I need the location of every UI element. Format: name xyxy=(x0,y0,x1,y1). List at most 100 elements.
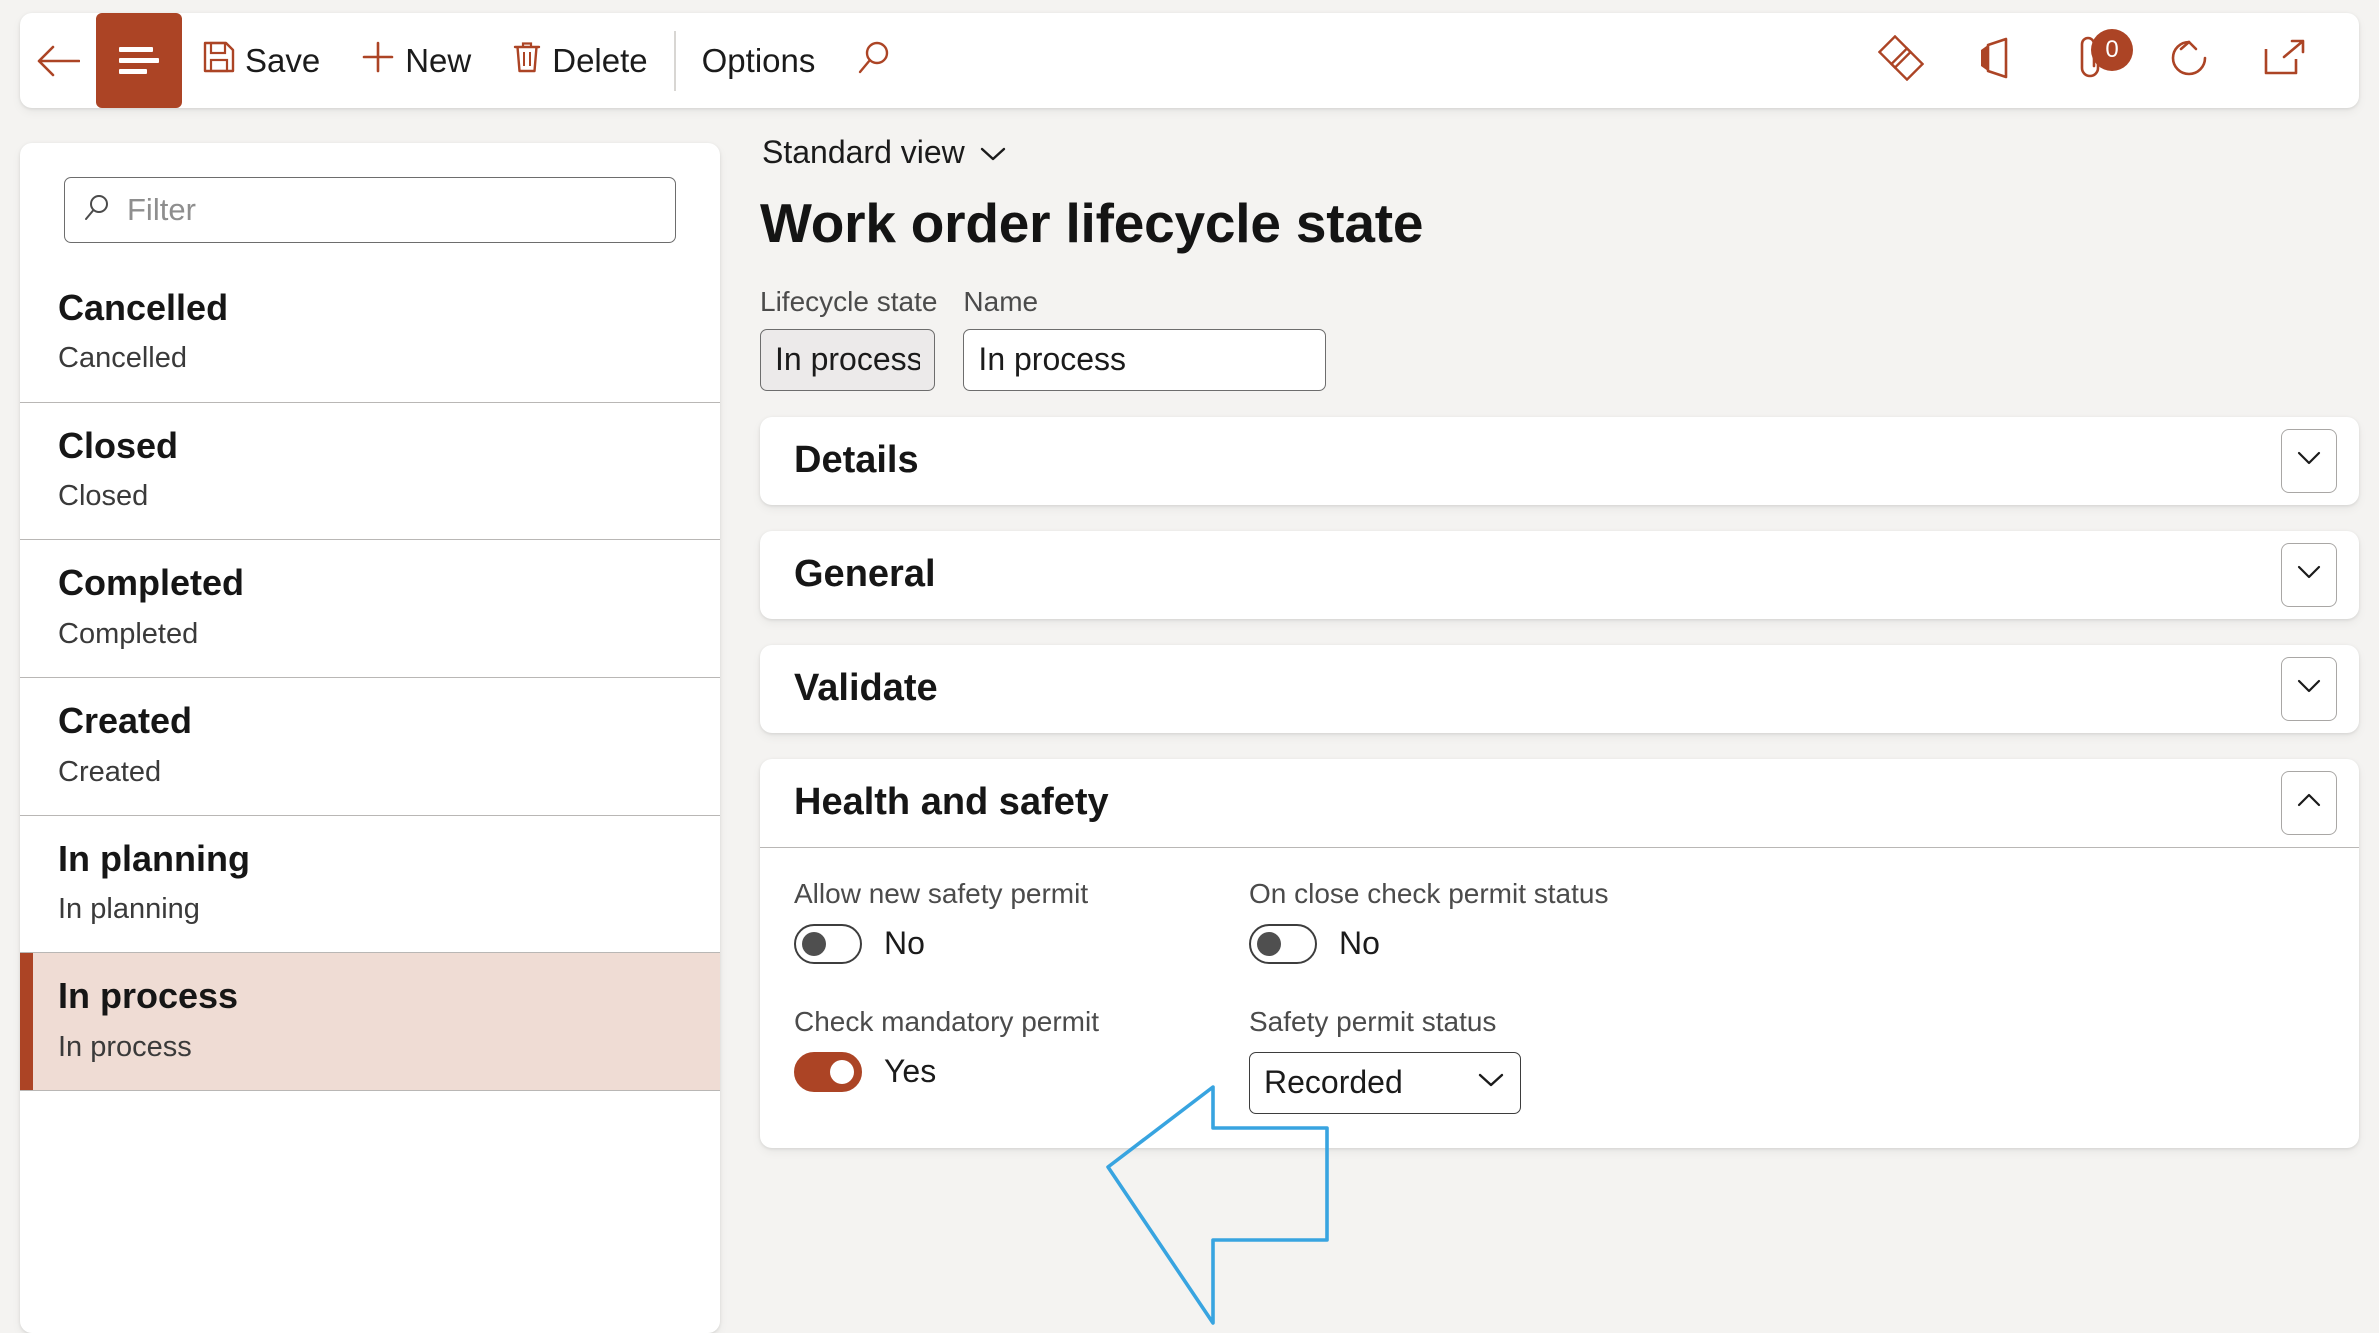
list-item-title: In planning xyxy=(58,838,720,880)
new-label: New xyxy=(405,44,471,77)
save-button[interactable]: Save xyxy=(182,13,340,108)
records-list-panel: Cancelled Cancelled Closed Closed Comple… xyxy=(20,143,720,1333)
back-button[interactable] xyxy=(20,13,96,108)
toolbar-search-button[interactable] xyxy=(835,13,911,108)
allow-new-safety-permit-group: Allow new safety permit No xyxy=(794,878,1249,964)
view-selector-label: Standard view xyxy=(762,134,965,171)
section-health-and-safety-collapse-button[interactable] xyxy=(2281,771,2337,835)
check-mandatory-permit-value: Yes xyxy=(884,1053,936,1090)
list-item-subtitle: Cancelled xyxy=(58,341,720,375)
toolbar-right-icons: 0 xyxy=(1853,13,2359,108)
list-item-title: Created xyxy=(58,700,720,742)
list-item[interactable]: Closed Closed xyxy=(20,403,720,541)
allow-new-safety-permit-label: Allow new safety permit xyxy=(794,878,1249,910)
safety-permit-status-select[interactable]: Recorded xyxy=(1249,1052,1521,1114)
safety-permit-status-value: Recorded xyxy=(1264,1064,1403,1101)
list-item[interactable]: In planning In planning xyxy=(20,816,720,954)
list-item-subtitle: Completed xyxy=(58,617,720,651)
section-general-expand-button[interactable] xyxy=(2281,543,2337,607)
safety-permit-status-label: Safety permit status xyxy=(1249,1006,2325,1038)
section-health-and-safety-body: Allow new safety permit No On close chec… xyxy=(760,847,2359,1148)
name-input[interactable] xyxy=(963,329,1326,391)
section-title: General xyxy=(794,553,936,596)
on-close-check-permit-status-toggle[interactable] xyxy=(1249,924,1317,964)
attachments-count-badge: 0 xyxy=(2091,29,2133,71)
list-item-title: Completed xyxy=(58,562,720,604)
top-command-bar: Save New Delete Options xyxy=(20,13,2359,108)
list-item[interactable]: Cancelled Cancelled xyxy=(20,265,720,403)
filter-input[interactable] xyxy=(125,191,659,229)
options-label: Options xyxy=(702,44,816,77)
new-button[interactable]: New xyxy=(340,13,491,108)
list-item-subtitle: In process xyxy=(58,1030,720,1064)
dynamics-diamond-button[interactable] xyxy=(1853,13,1949,108)
list-item-subtitle: Created xyxy=(58,755,720,789)
lifecycle-state-field-group: Lifecycle state xyxy=(760,286,937,391)
open-in-new-window-button[interactable] xyxy=(2237,13,2333,108)
list-item-subtitle: Closed xyxy=(58,479,720,513)
section-health-and-safety: Health and safety Allow new safety permi… xyxy=(760,759,2359,1148)
save-label: Save xyxy=(245,44,320,77)
list-item-title: Closed xyxy=(58,425,720,467)
section-title: Health and safety xyxy=(794,781,1109,824)
office-apps-button[interactable] xyxy=(1949,13,2045,108)
list-item-subtitle: In planning xyxy=(58,892,720,926)
refresh-button[interactable] xyxy=(2141,13,2237,108)
on-close-check-permit-status-label: On close check permit status xyxy=(1249,878,2325,910)
section-general-header[interactable]: General xyxy=(760,531,2359,619)
section-title: Details xyxy=(794,439,919,482)
safety-permit-status-group: Safety permit status Recorded xyxy=(1249,1006,2325,1114)
toolbar-divider xyxy=(674,31,676,91)
dynamics-diamond-icon xyxy=(1878,35,1924,86)
allow-new-safety-permit-toggle[interactable] xyxy=(794,924,862,964)
attachments-button[interactable]: 0 xyxy=(2045,13,2141,108)
page-title: Work order lifecycle state xyxy=(760,193,2359,254)
chevron-up-icon xyxy=(2296,792,2322,813)
hamburger-menu-icon xyxy=(119,41,159,80)
main-content: Standard view Work order lifecycle state… xyxy=(760,130,2359,1314)
section-title: Validate xyxy=(794,667,938,710)
lifecycle-state-label: Lifecycle state xyxy=(760,286,937,318)
section-validate-header[interactable]: Validate xyxy=(760,645,2359,733)
section-details-header[interactable]: Details xyxy=(760,417,2359,505)
check-mandatory-permit-toggle[interactable] xyxy=(794,1052,862,1092)
section-details-expand-button[interactable] xyxy=(2281,429,2337,493)
section-details: Details xyxy=(760,417,2359,505)
chevron-down-icon xyxy=(2296,450,2322,471)
check-mandatory-permit-label: Check mandatory permit xyxy=(794,1006,1249,1038)
on-close-check-permit-status-group: On close check permit status No xyxy=(1249,878,2325,964)
menu-toggle-button[interactable] xyxy=(96,13,182,108)
lifecycle-state-input[interactable] xyxy=(760,329,935,391)
list-item-selected[interactable]: In process In process xyxy=(20,953,720,1091)
on-close-check-permit-status-value: No xyxy=(1339,925,1380,962)
plus-icon xyxy=(360,39,396,83)
office-apps-icon xyxy=(1976,35,2018,86)
name-field-group: Name xyxy=(963,286,1326,391)
view-selector[interactable]: Standard view xyxy=(760,130,1009,175)
list-item[interactable]: Completed Completed xyxy=(20,540,720,678)
chevron-down-icon xyxy=(2296,564,2322,585)
check-mandatory-permit-group: Check mandatory permit Yes xyxy=(794,1006,1249,1114)
delete-label: Delete xyxy=(552,44,647,77)
header-fields: Lifecycle state Name xyxy=(760,286,2359,391)
section-health-and-safety-header[interactable]: Health and safety xyxy=(760,759,2359,847)
section-validate-expand-button[interactable] xyxy=(2281,657,2337,721)
section-general: General xyxy=(760,531,2359,619)
records-list: Cancelled Cancelled Closed Closed Comple… xyxy=(20,265,720,1091)
refresh-icon xyxy=(2167,36,2211,85)
chevron-down-icon xyxy=(979,134,1007,171)
search-icon xyxy=(81,193,111,228)
chevron-down-icon xyxy=(2296,678,2322,699)
list-item[interactable]: Created Created xyxy=(20,678,720,816)
filter-field[interactable] xyxy=(64,177,676,243)
name-label: Name xyxy=(963,286,1326,318)
chevron-down-icon xyxy=(1476,1071,1506,1094)
list-item-title: In process xyxy=(58,975,720,1017)
list-item-title: Cancelled xyxy=(58,287,720,329)
allow-new-safety-permit-value: No xyxy=(884,925,925,962)
open-in-new-window-icon xyxy=(2262,37,2308,84)
section-validate: Validate xyxy=(760,645,2359,733)
options-button[interactable]: Options xyxy=(682,13,836,108)
back-arrow-icon xyxy=(36,44,80,78)
delete-button[interactable]: Delete xyxy=(491,13,667,108)
